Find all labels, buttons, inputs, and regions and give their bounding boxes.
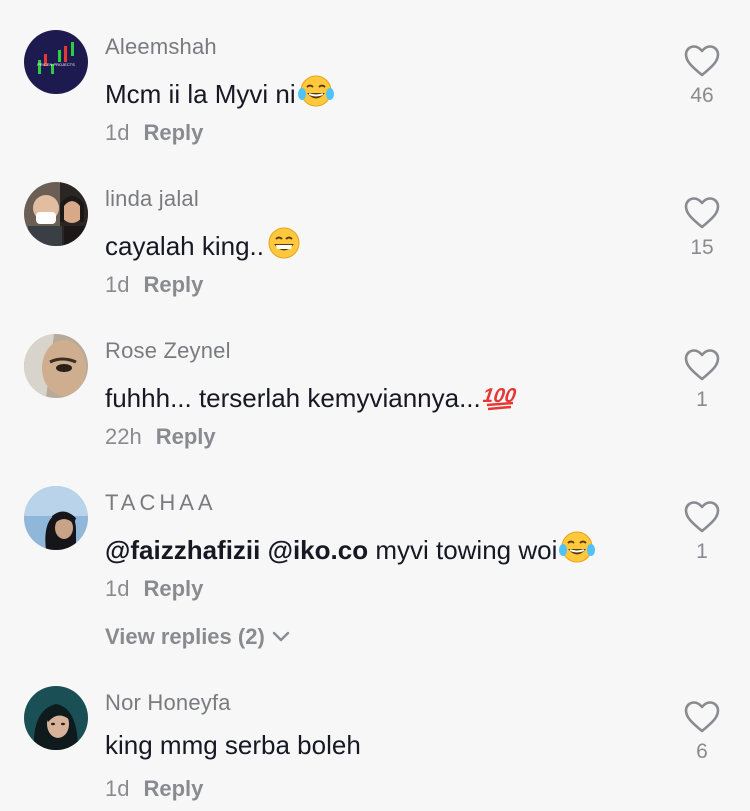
heart-icon[interactable]: [683, 196, 721, 230]
comment-time: 1d: [105, 576, 130, 601]
heart-icon[interactable]: [683, 500, 721, 534]
heart-icon[interactable]: [683, 348, 721, 382]
chevron-down-icon: [272, 631, 289, 642]
avatar[interactable]: [24, 334, 88, 398]
view-replies-label: View replies (2): [105, 624, 265, 649]
comment-meta: 1d Reply: [105, 776, 203, 802]
like-count: 1: [696, 540, 708, 563]
comment-meta: 1d Reply: [105, 576, 203, 602]
comment-body: cayalah king..: [105, 231, 264, 261]
avatar[interactable]: [24, 182, 88, 246]
comment-text: king mmg serba boleh: [105, 730, 361, 761]
comment-username[interactable]: Nor Honeyfa: [105, 690, 231, 716]
reply-button[interactable]: Reply: [156, 424, 216, 449]
comment-text: cayalah king..: [105, 226, 302, 267]
like-count: 46: [690, 84, 714, 107]
reply-button[interactable]: Reply: [143, 120, 203, 145]
comment-username[interactable]: linda jalal: [105, 186, 199, 212]
mention-link[interactable]: @faizzhafizii: [105, 535, 260, 566]
comment-username[interactable]: TACHAA: [105, 490, 217, 516]
comment-username[interactable]: Rose Zeynel: [105, 338, 231, 364]
comment-time: 1d: [105, 776, 130, 801]
avatar-logo-text: PRICEN PROJECTS: [37, 62, 75, 67]
like-button[interactable]: 1: [676, 500, 728, 564]
comment-body: Mcm ii la Myvi ni: [105, 79, 296, 109]
avatar[interactable]: PRICEN PROJECTS: [24, 30, 88, 94]
comment-meta: 22h Reply: [105, 424, 216, 450]
comment-meta: 1d Reply: [105, 120, 203, 146]
comment-time: 1d: [105, 272, 130, 297]
comment-text: @faizzhafizii @iko.co myvi towing woi: [105, 530, 596, 571]
comment-username[interactable]: Aleemshah: [105, 34, 217, 60]
view-replies-button[interactable]: View replies (2): [105, 624, 291, 650]
heart-icon[interactable]: [683, 44, 721, 78]
comment-body: myvi towing woi: [368, 535, 558, 565]
comment-meta: 1d Reply: [105, 272, 203, 298]
comment-text: fuhhh... terserlah kemyviannya... 100: [105, 378, 519, 419]
reply-button[interactable]: Reply: [143, 576, 203, 601]
like-count: 1: [696, 388, 708, 411]
comment-body: king mmg serba boleh: [105, 730, 361, 760]
hundred-points-emoji-icon: 100: [481, 378, 519, 419]
tears-of-joy-emoji-icon: [559, 530, 596, 571]
comment-body: fuhhh... terserlah kemyviannya...: [105, 383, 481, 413]
comment-time: 1d: [105, 120, 130, 145]
comment-time: 22h: [105, 424, 142, 449]
avatar[interactable]: [24, 486, 88, 550]
tears-of-joy-emoji-icon: [297, 74, 334, 115]
reply-button[interactable]: Reply: [143, 272, 203, 297]
like-button[interactable]: 6: [676, 700, 728, 764]
heart-icon[interactable]: [683, 700, 721, 734]
mention-link[interactable]: @iko.co: [268, 535, 368, 566]
like-button[interactable]: 46: [676, 44, 728, 108]
like-count: 6: [696, 740, 708, 763]
reply-button[interactable]: Reply: [143, 776, 203, 801]
comment-text: Mcm ii la Myvi ni: [105, 74, 334, 115]
like-count: 15: [690, 236, 714, 259]
avatar[interactable]: [24, 686, 88, 750]
grinning-emoji-icon: [266, 226, 302, 267]
like-button[interactable]: 15: [676, 196, 728, 260]
like-button[interactable]: 1: [676, 348, 728, 412]
